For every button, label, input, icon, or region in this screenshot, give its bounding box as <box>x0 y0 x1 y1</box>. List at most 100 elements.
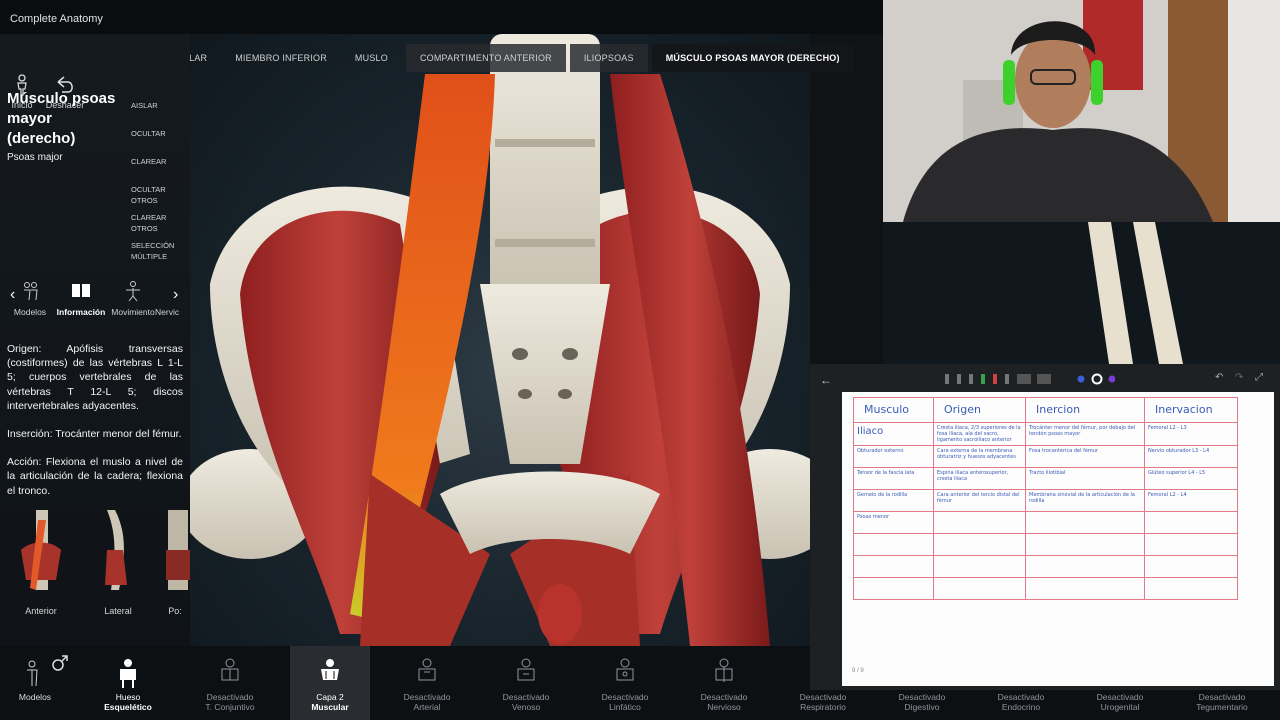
selection-title: Músculo psoas mayor (derecho) <box>7 90 116 147</box>
layer-label: Desactivado <box>1198 692 1246 702</box>
left-panel: Inicio Deshacer Músculo psoas mayor (der… <box>0 34 190 646</box>
expand-icon[interactable]: ⤢ <box>1255 372 1263 383</box>
notes-page[interactable]: Musculo Origen Inercion Inervacion Iliac… <box>842 392 1274 686</box>
table-cell <box>933 577 1026 600</box>
layer-label: Modelos <box>18 692 52 702</box>
breadcrumb-item[interactable]: MIEMBRO INFERIOR <box>221 44 341 72</box>
undo-icon[interactable]: ↶ <box>1215 372 1223 383</box>
layer-venous[interactable]: Desactivado Venoso <box>486 658 566 712</box>
layer-muscular[interactable]: Capa 2 Muscular <box>290 646 370 720</box>
layer-sublabel: T. Conjuntivo <box>205 702 255 712</box>
table-cell: Obturador externo <box>853 445 934 468</box>
layer-label: Desactivado <box>502 692 550 702</box>
table-cell: Tracto iliotibial <box>1025 467 1145 490</box>
notes-toolbar: ← ↶ ↷ ⤢ <box>810 364 1280 394</box>
muscle-table: Musculo Origen Inercion Inervacion Iliac… <box>853 397 1238 600</box>
table-row <box>853 533 1238 556</box>
streamer-video <box>883 0 1280 222</box>
view-posterior[interactable]: Po: <box>160 510 190 616</box>
layer-sublabel: Respiratorio <box>800 702 846 712</box>
models-icon <box>27 660 38 687</box>
tab-label: Movimiento <box>111 307 155 317</box>
layer-sublabel: Nervioso <box>707 702 741 712</box>
layer-sublabel: Esquelético <box>104 702 152 712</box>
table-row: Tensor de la fascia lata Espina iliaca a… <box>853 467 1238 490</box>
breadcrumb: SISTEMA MUSCULAR MIEMBRO INFERIOR MUSLO … <box>98 44 854 72</box>
table-cell <box>1144 533 1238 556</box>
layer-sublabel: Muscular <box>311 702 349 712</box>
page-number: 9 / 9 <box>852 668 864 674</box>
viewport-extension <box>883 222 1280 364</box>
table-row: Gemelo de la rodilla Cara anterior del t… <box>853 489 1238 512</box>
table-cell: Espina iliaca anterosuperior, cresta ili… <box>933 467 1026 490</box>
view-anterior[interactable]: Anterior <box>6 510 76 616</box>
layer-sublabel: Arterial <box>413 702 441 712</box>
table-cell: Trocánter menor del fémur, por debajo de… <box>1025 422 1145 446</box>
breadcrumb-current: MÚSCULO PSOAS MAYOR (DERECHO) <box>651 44 854 72</box>
redo-icon[interactable]: ↷ <box>1235 372 1243 383</box>
breadcrumb-item[interactable]: COMPARTIMENTO ANTERIOR <box>405 44 566 72</box>
fade-others-action[interactable]: CLAREAR OTROS <box>131 212 193 240</box>
action-list: AISLAR OCULTAR CLAREAR OCULTAR OTROS CLA… <box>131 100 193 268</box>
table-row <box>853 577 1238 600</box>
breadcrumb-item[interactable]: ILIOPSOAS <box>569 44 648 72</box>
pelvis-model[interactable] <box>190 34 810 646</box>
view-label: Anterior <box>25 606 57 616</box>
view-lateral[interactable]: Lateral <box>83 510 153 616</box>
table-row: Iliaco Cresta iliaca, 2/3 superiores de … <box>853 422 1238 446</box>
origin-text: Origen: Apófisis transversas (costiforme… <box>7 343 183 412</box>
hide-action[interactable]: OCULTAR <box>131 128 193 156</box>
tab-movement[interactable]: Movimiento <box>103 278 163 317</box>
spine-anterior-thumbnail <box>21 510 61 590</box>
table-cell <box>853 577 934 600</box>
header-cell: Musculo <box>853 397 934 423</box>
fade-action[interactable]: CLAREAR <box>131 156 193 184</box>
layer-label: Desactivado <box>700 692 748 702</box>
back-arrow-icon[interactable]: ← <box>820 373 832 387</box>
tabs-next-icon[interactable]: › <box>173 286 178 304</box>
skeleton-icon <box>120 659 136 688</box>
table-cell: Gemelo de la rodilla <box>853 489 934 512</box>
layer-label: Desactivado <box>997 692 1045 702</box>
layer-skeletal[interactable]: Hueso Esquelético <box>88 658 168 712</box>
multi-select-action[interactable]: SELECCIÓN MÚLTIPLE <box>131 240 193 268</box>
layer-connective[interactable]: Desactivado T. Conjuntivo <box>190 658 270 712</box>
arterial-icon <box>418 658 436 681</box>
layer-label: Desactivado <box>1096 692 1144 702</box>
table-cell <box>933 533 1026 556</box>
action-text: Acción: Flexiona el muslo a nivel de la … <box>7 456 183 497</box>
webcam-feed <box>883 0 1280 222</box>
tab-label: Información <box>56 307 106 317</box>
lymphatic-icon <box>616 658 634 681</box>
table-row: Obturador externo Cara externa de la mem… <box>853 445 1238 468</box>
selection-latin-name: Psoas major <box>7 152 63 163</box>
view-label: Lateral <box>104 606 132 616</box>
isolate-action[interactable]: AISLAR <box>131 100 193 128</box>
breadcrumb-item[interactable]: MUSLO <box>341 44 402 72</box>
table-cell: Glúteo superior L4 - L5 <box>1144 467 1238 490</box>
figures-icon <box>24 282 38 301</box>
anatomy-viewport[interactable] <box>190 34 810 646</box>
spine-lateral-thumbnail <box>105 510 127 590</box>
male-symbol-icon[interactable] <box>51 654 69 672</box>
layer-arterial[interactable]: Desactivado Arterial <box>387 658 467 712</box>
layer-lymphatic[interactable]: Desactivado Linfático <box>585 658 665 712</box>
table-cell <box>1025 555 1145 578</box>
venous-icon <box>517 658 535 681</box>
header-cell: Inervacion <box>1144 397 1238 423</box>
layer-label: Desactivado <box>799 692 847 702</box>
layer-sublabel: Endocrino <box>1001 702 1041 712</box>
layer-label: Desactivado <box>403 692 451 702</box>
pen-tools-icon[interactable] <box>945 372 1115 386</box>
tab-label: Nervic <box>155 307 180 317</box>
table-cell <box>933 511 1026 534</box>
hide-others-action[interactable]: OCULTAR OTROS <box>131 184 193 212</box>
table-cell: Nervio obturador L3 - L4 <box>1144 445 1238 468</box>
layer-sublabel: Urogenital <box>1100 702 1140 712</box>
table-cell <box>1025 533 1145 556</box>
motion-icon <box>126 281 140 302</box>
layer-nervous[interactable]: Desactivado Nervioso <box>684 658 764 712</box>
tab-information[interactable]: Información <box>51 278 111 317</box>
table-cell: Cara externa de la membrana obturatriz y… <box>933 445 1026 468</box>
layer-sublabel: Digestivo <box>904 702 940 712</box>
